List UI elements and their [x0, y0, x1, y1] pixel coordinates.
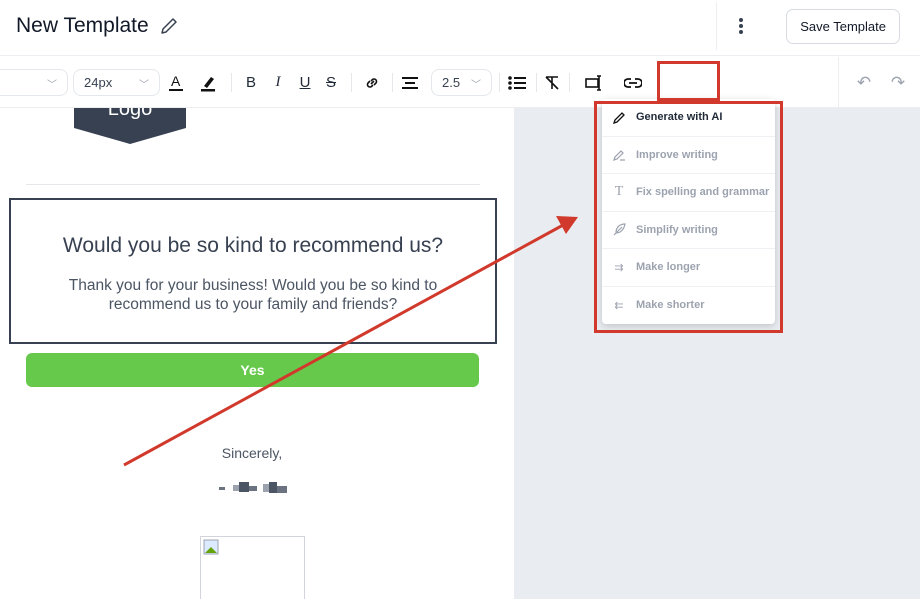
annotation-arrow: [123, 216, 578, 467]
